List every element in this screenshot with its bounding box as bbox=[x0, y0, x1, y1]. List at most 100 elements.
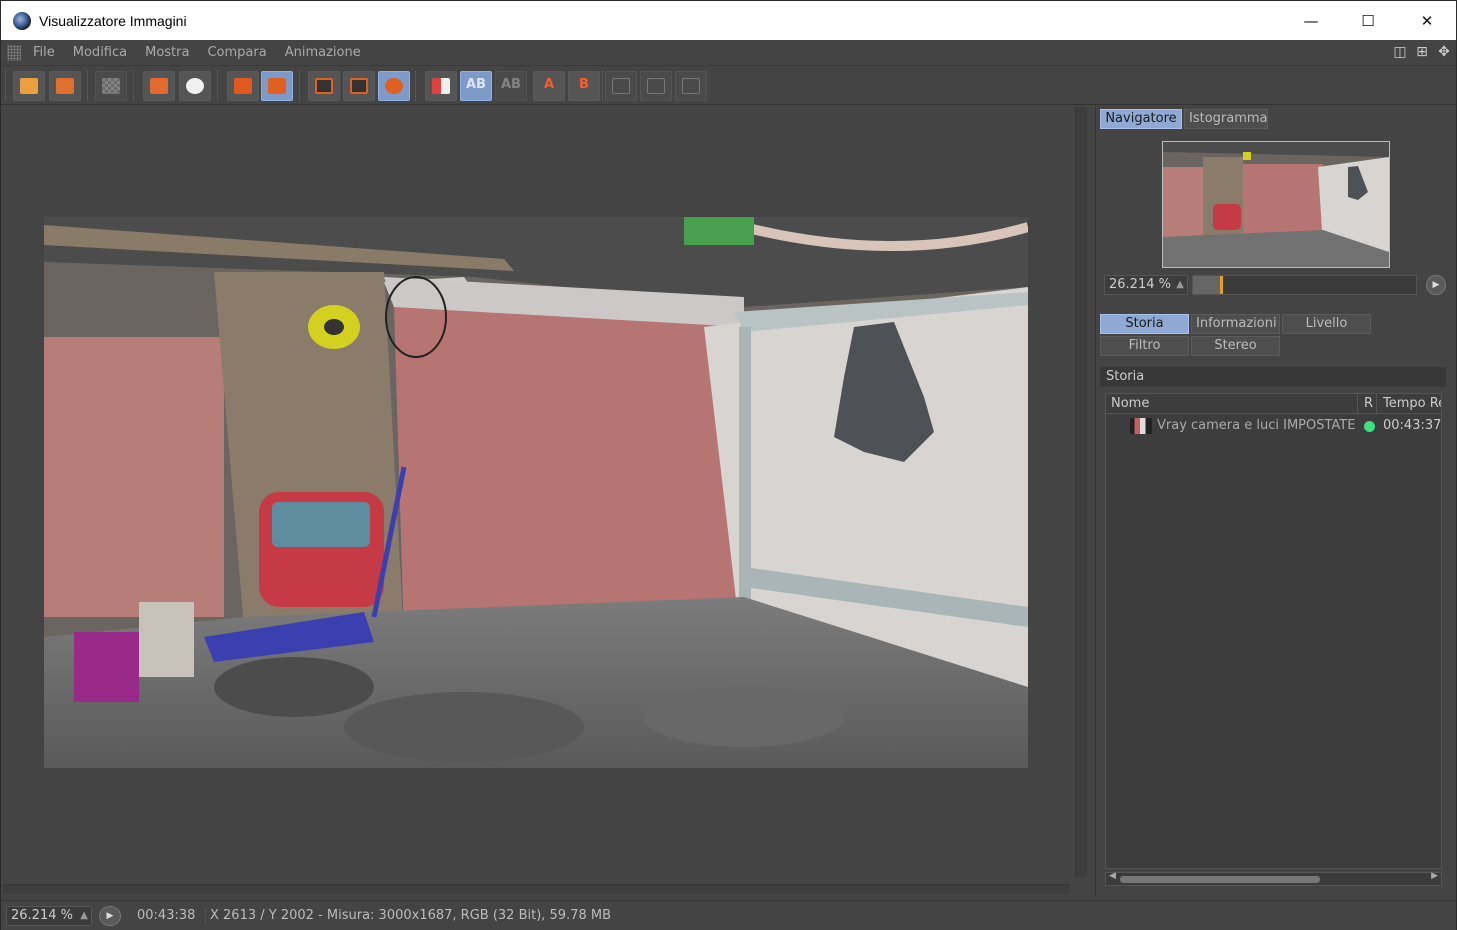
menu-file[interactable]: File bbox=[33, 45, 55, 60]
cinema4d-logo-icon bbox=[13, 11, 31, 30]
column-nome[interactable]: Nome bbox=[1111, 394, 1149, 414]
ab-overlay-button[interactable]: AB bbox=[460, 71, 492, 101]
compare-mode-1-button[interactable] bbox=[605, 71, 637, 101]
open-button[interactable] bbox=[13, 71, 45, 101]
history-horizontal-scrollbar[interactable]: ◀ ▶ bbox=[1105, 871, 1442, 886]
window-title: Visualizzatore Immagini bbox=[39, 12, 187, 29]
compare-view-icon bbox=[385, 78, 403, 94]
trash-icon bbox=[234, 78, 252, 94]
navigator-zoom-slider[interactable] bbox=[1192, 275, 1417, 295]
scroll-right-icon[interactable]: ▶ bbox=[1431, 871, 1438, 881]
image-viewport[interactable] bbox=[3, 107, 1072, 883]
menu-bar: File Modifica Mostra Compara Animazione … bbox=[1, 40, 1456, 66]
ab-diff-button[interactable]: AB bbox=[495, 71, 527, 101]
navigator-thumbnail[interactable] bbox=[1162, 141, 1390, 268]
history-list[interactable]: Nome R Tempo Re Vray camera e luci IMPOS… bbox=[1105, 393, 1442, 869]
navigator-play-icon[interactable]: ▶ bbox=[1426, 275, 1446, 295]
status-render-time: 00:43:38 bbox=[137, 908, 196, 923]
delete-button[interactable] bbox=[227, 71, 259, 101]
toolbar: AB AB A B bbox=[1, 67, 1456, 105]
ab-split-button[interactable] bbox=[425, 71, 457, 101]
minimize-icon[interactable]: — bbox=[1282, 1, 1340, 40]
navigator-tabs: Navigatore Istogramma bbox=[1100, 109, 1268, 129]
scroll-left-icon[interactable]: ◀ bbox=[1109, 871, 1116, 881]
monitor-fit-icon bbox=[350, 78, 368, 94]
spinner-icon[interactable]: ▲ bbox=[1176, 276, 1184, 294]
viewer-horizontal-scrollbar[interactable] bbox=[3, 884, 1070, 894]
navigator-zoom-field[interactable]: 26.214 % ▲ bbox=[1104, 275, 1188, 295]
tab-stereo[interactable]: Stereo bbox=[1191, 336, 1280, 356]
zoom-slider-fill bbox=[1193, 276, 1220, 294]
compare-mode-3-icon bbox=[682, 78, 700, 94]
tab-informazioni[interactable]: Informazioni bbox=[1191, 314, 1280, 334]
section-title: Storia bbox=[1100, 367, 1446, 387]
history-row-time: 00:43:37 bbox=[1383, 418, 1442, 433]
panel-layout-icon[interactable]: ◫ bbox=[1392, 44, 1408, 60]
checker-icon bbox=[102, 78, 120, 94]
status-zoom-field[interactable]: 26.214 % ▲ bbox=[6, 906, 92, 926]
transparency-button[interactable] bbox=[95, 71, 127, 101]
user-button[interactable] bbox=[179, 71, 211, 101]
status-play-icon[interactable]: ▶ bbox=[99, 906, 121, 926]
menu-modifica[interactable]: Modifica bbox=[73, 45, 127, 60]
status-green-icon bbox=[1364, 421, 1375, 432]
history-row[interactable]: Vray camera e luci IMPOSTATE * 00:43:37 bbox=[1106, 416, 1441, 436]
tab-livello[interactable]: Livello bbox=[1282, 314, 1371, 334]
menu-animazione[interactable]: Animazione bbox=[285, 45, 361, 60]
new-panel-icon[interactable]: ⊞ bbox=[1414, 44, 1430, 60]
history-row-name: Vray camera e luci IMPOSTATE * bbox=[1157, 418, 1357, 433]
tab-navigatore[interactable]: Navigatore bbox=[1100, 109, 1182, 129]
render-thumbnail-icon bbox=[1130, 418, 1152, 434]
zoom-slider-knob[interactable] bbox=[1219, 276, 1223, 294]
render-image bbox=[44, 217, 1028, 768]
compare-mode-2-button[interactable] bbox=[640, 71, 672, 101]
navigator-zoom-row: 26.214 % ▲ ▶ bbox=[1104, 275, 1454, 295]
side-panel: Navigatore Istogramma 26.214 % ▲ ▶ Stori… bbox=[1095, 107, 1456, 895]
history-tabs-row1: Storia Informazioni Livello bbox=[1100, 314, 1371, 334]
set-a-button[interactable]: A bbox=[533, 71, 565, 101]
history-list-header: Nome R Tempo Re bbox=[1106, 394, 1441, 414]
view-fit-button[interactable] bbox=[343, 71, 375, 101]
layout-icons: ◫ ⊞ ✥ bbox=[1392, 44, 1452, 60]
grip-icon bbox=[7, 44, 21, 61]
viewer-vertical-scrollbar[interactable] bbox=[1075, 107, 1087, 877]
region-button[interactable] bbox=[143, 71, 175, 101]
status-image-info: X 2613 / Y 2002 - Misura: 3000x1687, RGB… bbox=[205, 908, 611, 923]
save-icon bbox=[56, 78, 74, 94]
history-tabs-row2: Filtro Stereo bbox=[1100, 336, 1280, 356]
set-a-icon: A bbox=[543, 77, 555, 92]
tab-storia[interactable]: Storia bbox=[1100, 314, 1189, 334]
ab-diff-icon: AB bbox=[501, 77, 521, 92]
image-viewer-window: Visualizzatore Immagini — ☐ ✕ File Modif… bbox=[0, 0, 1457, 930]
column-r[interactable]: R bbox=[1357, 394, 1373, 414]
maximize-icon[interactable]: ☐ bbox=[1339, 1, 1397, 40]
toolbar-grip bbox=[5, 71, 7, 101]
set-b-icon: B bbox=[579, 77, 589, 92]
layers-icon bbox=[268, 78, 286, 94]
tab-filtro[interactable]: Filtro bbox=[1100, 336, 1189, 356]
status-bar: 26.214 % ▲ ▶ 00:43:38 X 2613 / Y 2002 - M… bbox=[1, 900, 1456, 930]
region-icon bbox=[150, 78, 168, 94]
open-folder-icon bbox=[20, 78, 38, 94]
ab-split-icon bbox=[432, 78, 450, 94]
move-panel-icon[interactable]: ✥ bbox=[1436, 44, 1452, 60]
history-scroll-thumb[interactable] bbox=[1120, 876, 1320, 883]
compare-mode-2-icon bbox=[647, 78, 665, 94]
tab-istogramma[interactable]: Istogramma bbox=[1184, 109, 1268, 129]
user-icon bbox=[186, 78, 204, 94]
monitor-icon bbox=[315, 78, 333, 94]
close-icon[interactable]: ✕ bbox=[1398, 1, 1456, 40]
set-b-button[interactable]: B bbox=[568, 71, 600, 101]
compare-mode-1-icon bbox=[612, 78, 630, 94]
save-button[interactable] bbox=[49, 71, 81, 101]
layers-button[interactable] bbox=[261, 71, 293, 101]
menu-compara[interactable]: Compara bbox=[207, 45, 266, 60]
compare-mode-3-button[interactable] bbox=[675, 71, 707, 101]
column-tempo[interactable]: Tempo Re bbox=[1376, 394, 1441, 414]
spinner-icon[interactable]: ▲ bbox=[80, 907, 88, 925]
ab-overlay-icon: AB bbox=[466, 77, 486, 92]
view-single-button[interactable] bbox=[308, 71, 340, 101]
view-compare-button[interactable] bbox=[378, 71, 410, 101]
title-bar: Visualizzatore Immagini — ☐ ✕ bbox=[1, 1, 1456, 40]
menu-mostra[interactable]: Mostra bbox=[145, 45, 189, 60]
